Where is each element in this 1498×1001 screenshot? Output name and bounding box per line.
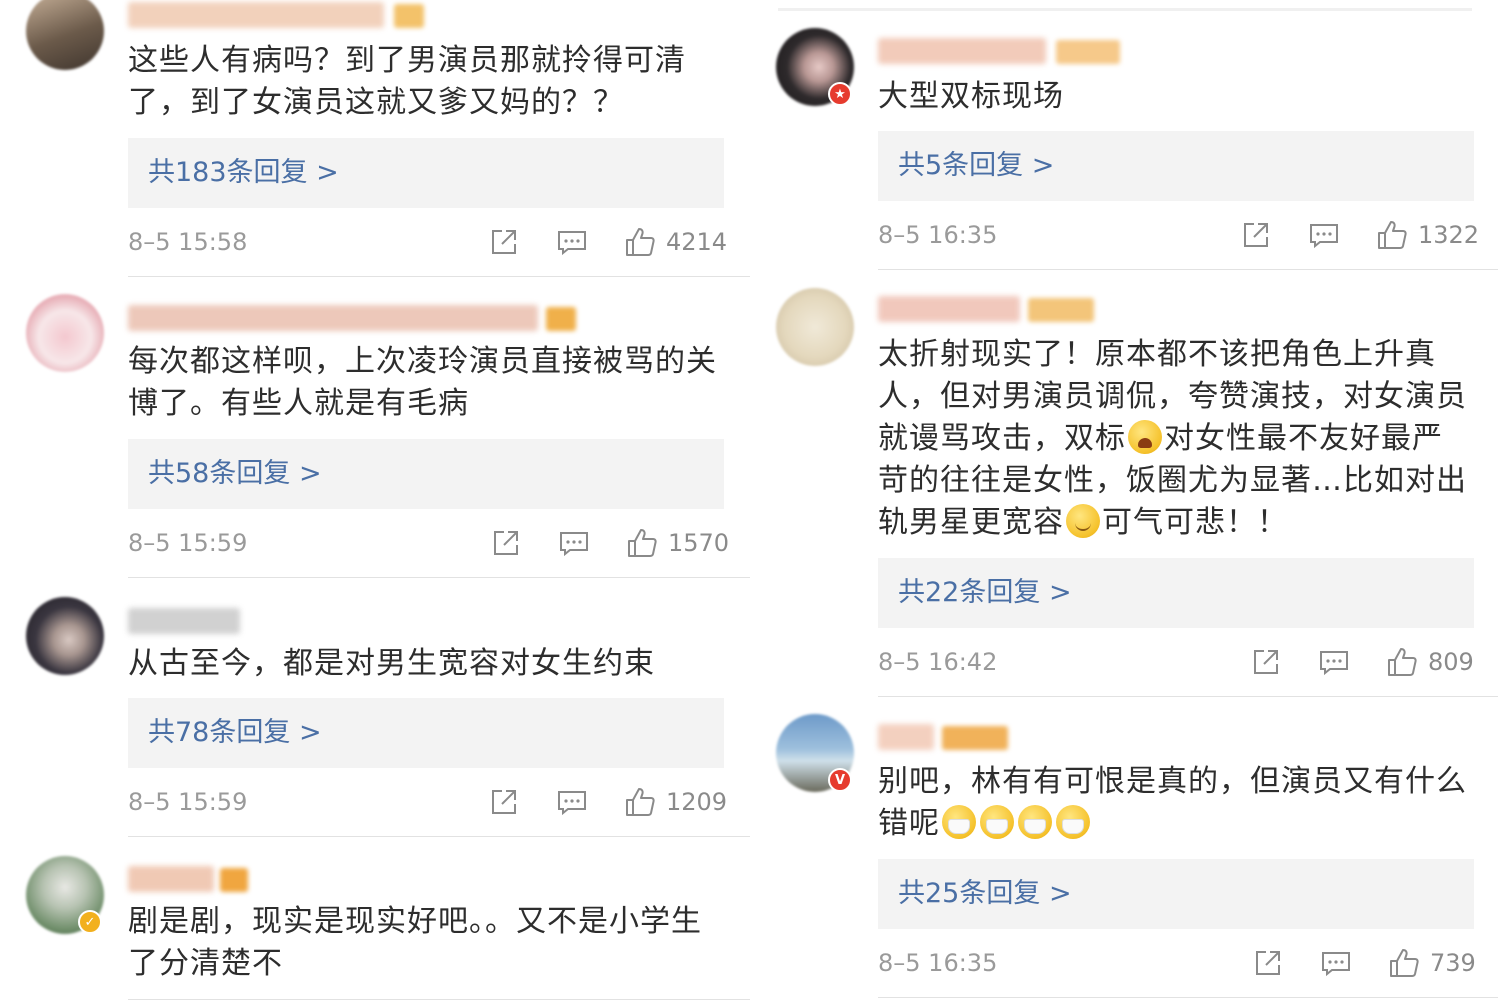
avatar[interactable]	[26, 294, 104, 372]
divider	[878, 269, 1498, 270]
username-blurred[interactable]	[878, 38, 1046, 64]
comment-text: 别吧，林有有可恨是真的，但演员又有什么 错呢	[878, 761, 1478, 845]
reply-count-link[interactable]: 共183条回复 >	[128, 138, 724, 208]
mask-emoji-icon	[980, 805, 1014, 839]
comment-text: 每次都这样呗，上次凌玲演员直接被骂的关 博了。有些人就是有毛病	[128, 344, 717, 421]
timestamp: 8–5 15:59	[128, 788, 248, 816]
divider	[778, 8, 1472, 11]
like-count: 1570	[668, 529, 730, 557]
vip-badge	[1028, 298, 1094, 322]
timestamp: 8–5 15:58	[128, 228, 248, 256]
avatar[interactable]	[26, 597, 104, 675]
comment-text: 大型双标现场	[878, 79, 1064, 114]
reply-count-link[interactable]: 共25条回复 >	[878, 859, 1474, 929]
comment-meta: 8–5 16:42 809	[878, 642, 1474, 682]
divider	[878, 696, 1498, 697]
divider	[878, 997, 1498, 998]
mask-emoji-icon	[1018, 805, 1052, 839]
verified-badge: V	[828, 768, 852, 792]
comment-icon[interactable]	[556, 786, 588, 818]
share-icon[interactable]	[488, 786, 520, 818]
text-segment: 轨男星更宽容	[878, 505, 1064, 540]
like-count: 4214	[666, 228, 728, 256]
timestamp: 8–5 16:42	[878, 648, 998, 676]
comment-meta: 8–5 16:35 739	[878, 943, 1476, 983]
vip-badge	[942, 726, 1008, 750]
timestamp: 8–5 16:35	[878, 221, 998, 249]
timestamp: 8–5 16:35	[878, 949, 998, 977]
comment-text: 剧是剧，现实是现实好吧。。又不是小学生 了分清楚不	[128, 904, 702, 981]
thumbs-up-icon	[1378, 221, 1407, 249]
username-blurred[interactable]	[128, 2, 384, 28]
verified-badge: ★	[828, 82, 852, 106]
comment-icon[interactable]	[1308, 219, 1340, 251]
text-segment: 错呢	[878, 806, 940, 841]
divider	[128, 577, 750, 578]
comment-meta: 8–5 15:59 1570	[128, 523, 729, 563]
smile-emoji-icon	[1066, 504, 1100, 538]
comment-text: 从古至今，都是对男生宽容对女生约束	[128, 646, 655, 681]
comment-line-with-emoji: 错呢	[878, 803, 1478, 845]
divider	[128, 999, 750, 1000]
share-icon[interactable]	[1250, 646, 1282, 678]
avatar[interactable]	[776, 288, 854, 366]
timestamp: 8–5 15:59	[128, 529, 248, 557]
share-icon[interactable]	[1240, 219, 1272, 251]
comment-meta: 8–5 15:59 1209	[128, 782, 727, 822]
thumbs-up-icon	[628, 529, 657, 557]
comment-line-with-emoji: 就谩骂攻击，双标 对女性最不友好最严	[878, 418, 1478, 460]
crying-emoji-icon	[1128, 420, 1162, 454]
vip-badge	[546, 307, 576, 331]
text-segment: 对女性最不友好最严	[1164, 421, 1443, 456]
like-count: 1209	[666, 788, 728, 816]
thumbs-up-icon	[626, 788, 655, 816]
text-segment: 就谩骂攻击，双标	[878, 421, 1126, 456]
share-icon[interactable]	[490, 527, 522, 559]
avatar[interactable]	[26, 0, 104, 70]
comment-icon[interactable]	[558, 527, 590, 559]
text-segment: 可气可悲！！	[1102, 505, 1288, 540]
mask-emoji-icon	[942, 805, 976, 839]
reply-count-link[interactable]: 共78条回复 >	[128, 698, 724, 768]
comment-icon[interactable]	[1318, 646, 1350, 678]
username-blurred[interactable]	[878, 724, 934, 750]
divider	[128, 836, 750, 837]
like-button[interactable]: 739	[1388, 943, 1476, 983]
vip-badge	[394, 4, 424, 28]
like-button[interactable]: 1322	[1376, 215, 1479, 255]
vip-badge	[220, 868, 248, 892]
thumbs-up-icon	[1390, 949, 1419, 977]
share-icon[interactable]	[488, 226, 520, 258]
comment-line-with-emoji: 轨男星更宽容 可气可悲！！	[878, 502, 1478, 544]
thumbs-up-icon	[1388, 648, 1417, 676]
comment-icon[interactable]	[556, 226, 588, 258]
like-button[interactable]: 809	[1386, 642, 1474, 682]
like-count: 809	[1428, 648, 1474, 676]
comment-text: 太折射现实了！原本都不该把角色上升真 人，但对男演员调侃，夸赞演技，对女演员 就…	[878, 334, 1478, 544]
reply-count-link[interactable]: 共5条回复 >	[878, 131, 1474, 201]
vip-badge	[1056, 40, 1120, 64]
username-blurred[interactable]	[878, 296, 1020, 322]
like-button[interactable]: 1209	[624, 782, 727, 822]
username-blurred[interactable]	[128, 608, 240, 634]
like-count: 1322	[1418, 221, 1480, 249]
verified-badge: ✓	[78, 910, 102, 934]
reply-count-link[interactable]: 共22条回复 >	[878, 558, 1474, 628]
thumbs-up-icon	[626, 228, 655, 256]
like-button[interactable]: 4214	[624, 222, 727, 262]
comment-meta: 8–5 16:35 1322	[878, 215, 1479, 255]
comment-text: 这些人有病吗？到了男演员那就拎得可清 了，到了女演员这就又爹又妈的？？	[128, 43, 686, 120]
share-icon[interactable]	[1252, 947, 1284, 979]
reply-count-link[interactable]: 共58条回复 >	[128, 439, 724, 509]
divider	[128, 276, 750, 277]
like-count: 739	[1430, 949, 1476, 977]
username-blurred[interactable]	[128, 305, 538, 331]
comment-meta: 8–5 15:58 4214	[128, 222, 727, 262]
comment-icon[interactable]	[1320, 947, 1352, 979]
like-button[interactable]: 1570	[626, 523, 729, 563]
username-blurred[interactable]	[128, 866, 214, 892]
mask-emoji-icon	[1056, 805, 1090, 839]
